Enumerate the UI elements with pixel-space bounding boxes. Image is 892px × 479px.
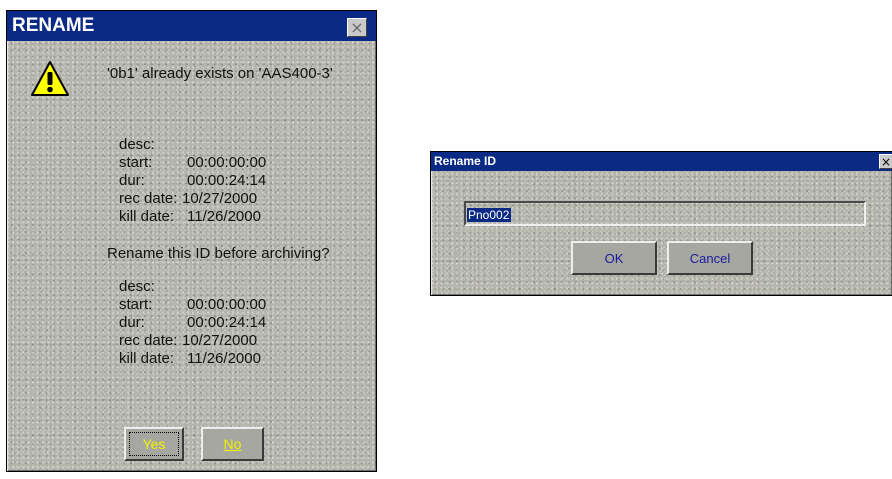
rename-message: '0b1' already exists on 'AAS400-3'	[107, 65, 333, 82]
rename-dialog: RENAME × '0b1' already exists on 'AAS400…	[6, 10, 377, 472]
kill-date-label: kill date:	[119, 208, 175, 225]
close-icon: ×	[350, 18, 364, 37]
rename-dialog-title: RENAME	[12, 15, 95, 36]
ok-button-label: OK	[604, 250, 624, 266]
dur-value: 00:00:24:14	[187, 172, 267, 189]
rec-date-value: 10/27/2000	[182, 332, 258, 349]
start-label: start:	[119, 154, 153, 171]
desc-label: desc:	[119, 136, 155, 153]
rename-title-bar[interactable]: RENAME	[7, 11, 376, 41]
ok-button[interactable]: OK	[571, 241, 657, 275]
dur-label: dur:	[119, 314, 145, 331]
warning-triangle-icon	[31, 61, 69, 96]
rename-id-input-value: Pno002	[467, 208, 512, 222]
desc-label: desc:	[119, 278, 155, 295]
close-icon: ×	[880, 154, 892, 169]
rec-date-label: rec date:	[119, 190, 178, 207]
kill-date-value: 11/26/2000	[187, 208, 261, 225]
no-button[interactable]: No	[201, 427, 264, 461]
rename-id-dialog: Rename ID × Pno002 OK Cancel	[430, 151, 892, 296]
yes-button[interactable]: Yes	[124, 427, 184, 461]
start-value: 00:00:00:00	[187, 296, 267, 313]
start-value: 00:00:00:00	[187, 154, 267, 171]
rename-id-title-bar[interactable]: Rename ID	[431, 152, 892, 171]
rename-id-close-button[interactable]: ×	[879, 154, 892, 169]
cancel-button[interactable]: Cancel	[667, 241, 753, 275]
rec-date-label: rec date:	[119, 332, 178, 349]
dur-value: 00:00:24:14	[187, 314, 267, 331]
yes-button-label: Yes	[142, 436, 166, 452]
rename-question: Rename this ID before archiving?	[107, 245, 330, 262]
rename-id-dialog-title: Rename ID	[434, 154, 497, 168]
start-label: start:	[119, 296, 153, 313]
rename-close-button[interactable]: ×	[347, 18, 367, 37]
no-button-label: No	[223, 436, 242, 452]
dur-label: dur:	[119, 172, 145, 189]
cancel-button-label: Cancel	[689, 250, 731, 266]
rec-date-value: 10/27/2000	[182, 190, 258, 207]
kill-date-value: 11/26/2000	[187, 350, 261, 367]
kill-date-label: kill date:	[119, 350, 175, 367]
rename-id-input[interactable]: Pno002	[464, 201, 866, 226]
